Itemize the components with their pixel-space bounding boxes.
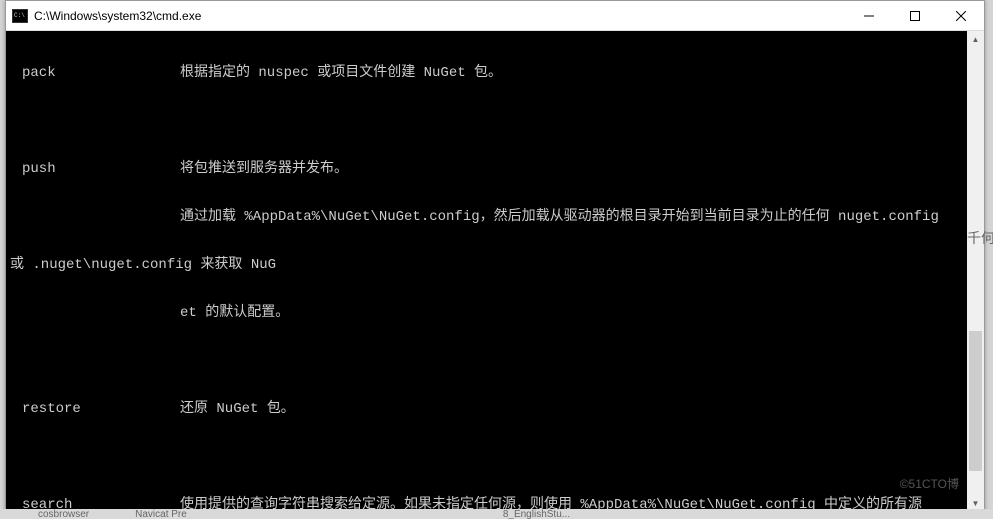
maximize-button[interactable] [892,1,938,31]
scroll-up-button[interactable]: ▲ [967,31,984,48]
minimize-button[interactable] [846,1,892,31]
taskbar-item[interactable]: 8_EnglishStu... [495,509,578,519]
vertical-scrollbar[interactable]: ▲ ▼ [967,31,984,512]
window-title: C:\Windows\system32\cmd.exe [34,9,846,23]
cmd-push: push [10,161,180,177]
cmd-restore: restore [10,401,180,417]
taskbar[interactable]: cosbrowser Navicat Pre 8_EnglishStu... [0,509,993,519]
cmd-icon [12,9,28,23]
background-text: 千何 [967,220,993,260]
taskbar-item[interactable]: cosbrowser [30,509,97,519]
terminal-output[interactable]: pack根据指定的 nuspec 或项目文件创建 NuGet 包。 push将包… [6,31,967,512]
close-button[interactable] [938,1,984,31]
watermark: ©51CTO博 [900,475,959,492]
scroll-thumb[interactable] [969,331,982,471]
cmd-pack: pack [10,65,180,81]
cmd-window: C:\Windows\system32\cmd.exe pack根据指定的 nu… [5,0,985,513]
taskbar-item[interactable]: Navicat Pre [127,509,195,519]
titlebar[interactable]: C:\Windows\system32\cmd.exe [6,1,984,31]
